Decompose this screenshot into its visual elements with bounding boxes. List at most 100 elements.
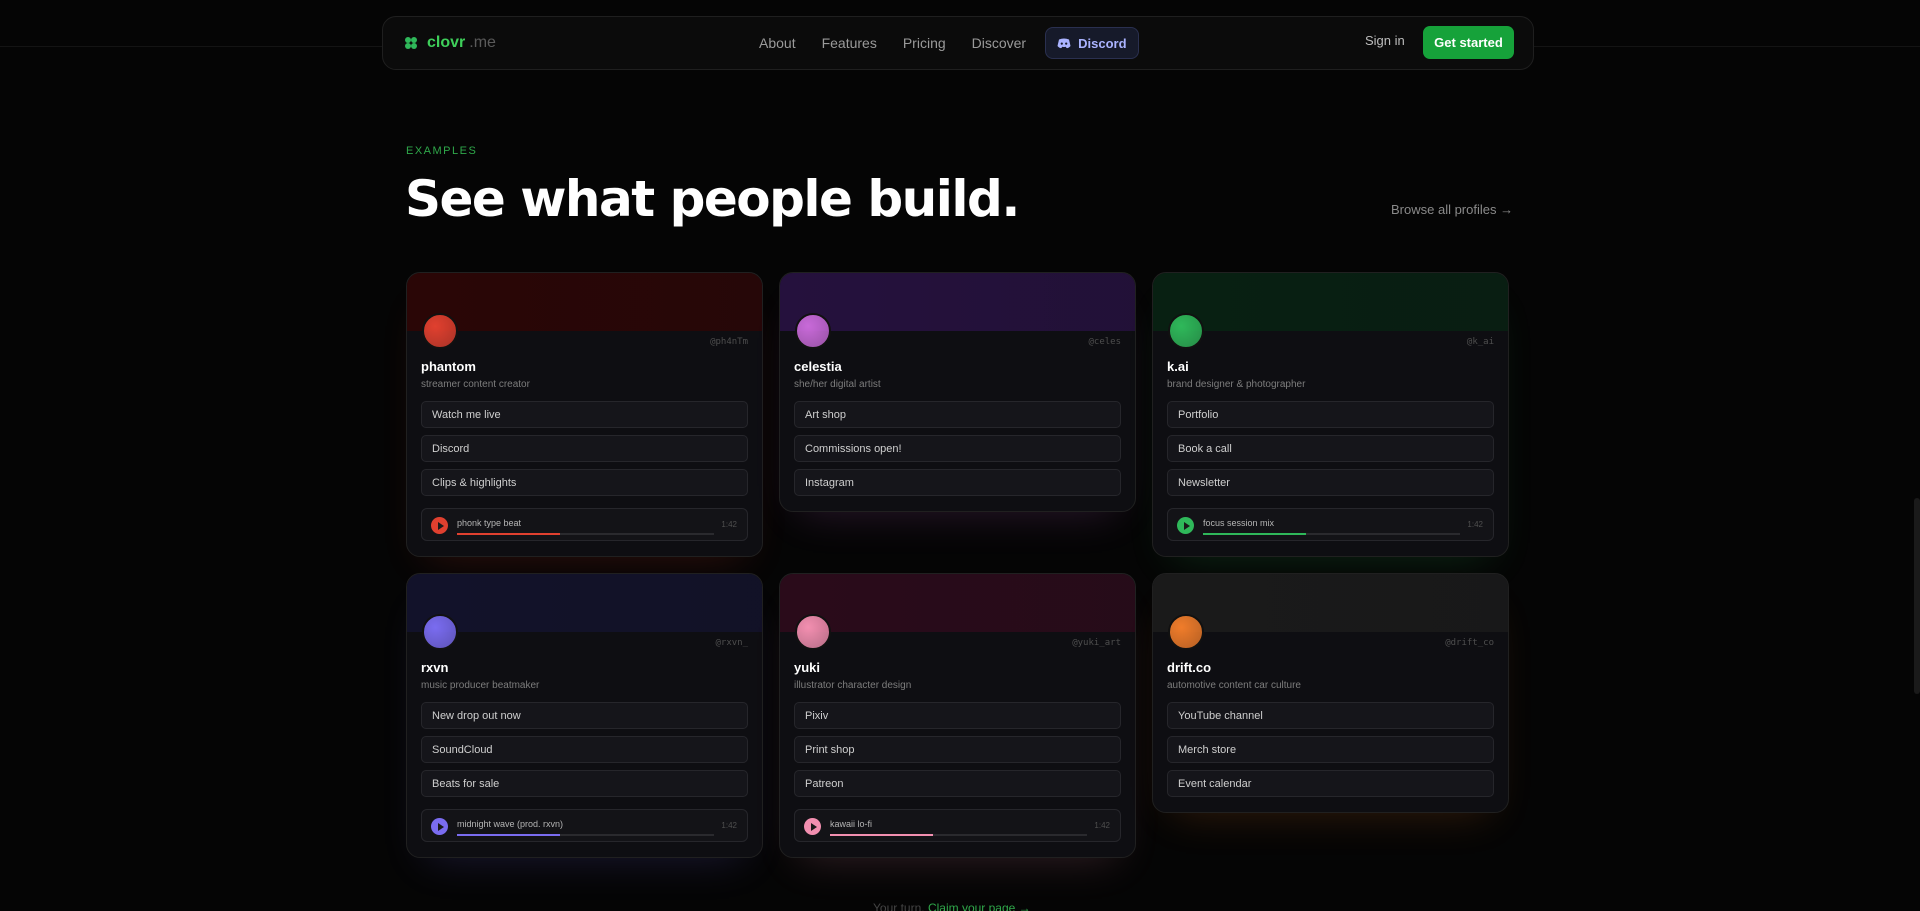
card-handle: @rxvn_ bbox=[715, 638, 748, 648]
card-handle: @ph4nTm bbox=[710, 337, 748, 347]
card-link[interactable]: Beats for sale bbox=[421, 770, 748, 797]
card-username: celestia bbox=[794, 359, 842, 374]
track-time: 1:42 bbox=[721, 821, 737, 830]
card-link[interactable]: Instagram bbox=[794, 469, 1121, 496]
card-link[interactable]: YouTube channel bbox=[1167, 702, 1494, 729]
signin-link[interactable]: Sign in bbox=[1365, 33, 1405, 48]
music-player: midnight wave (prod. rxvn) 1:42 bbox=[421, 809, 748, 842]
avatar bbox=[422, 313, 458, 349]
card-link[interactable]: Book a call bbox=[1167, 435, 1494, 462]
brand-name: clovr bbox=[427, 34, 466, 51]
progress-fill bbox=[457, 533, 560, 535]
card-link[interactable]: Patreon bbox=[794, 770, 1121, 797]
card-link[interactable]: SoundCloud bbox=[421, 736, 748, 763]
card-bio: music producer beatmaker bbox=[421, 680, 540, 691]
card-username: rxvn bbox=[421, 660, 449, 675]
card-bio: automotive content car culture bbox=[1167, 680, 1301, 691]
section-title: See what people build. bbox=[405, 170, 1020, 228]
music-player: focus session mix 1:42 bbox=[1167, 508, 1494, 541]
brand-tld: .me bbox=[469, 34, 496, 51]
play-icon[interactable] bbox=[1177, 517, 1194, 534]
card-link[interactable]: New drop out now bbox=[421, 702, 748, 729]
card-banner bbox=[1153, 273, 1508, 331]
card-link[interactable]: Merch store bbox=[1167, 736, 1494, 763]
discord-button[interactable]: Discord bbox=[1045, 27, 1139, 59]
progress-bar[interactable] bbox=[457, 533, 714, 535]
progress-fill bbox=[457, 834, 560, 836]
play-icon[interactable] bbox=[804, 818, 821, 835]
profile-card[interactable]: @rxvn_ rxvn music producer beatmaker New… bbox=[406, 573, 763, 858]
card-link[interactable]: Commissions open! bbox=[794, 435, 1121, 462]
card-handle: @yuki_art bbox=[1072, 638, 1121, 648]
play-icon[interactable] bbox=[431, 818, 448, 835]
card-links: Portfolio Book a call Newsletter bbox=[1167, 401, 1494, 503]
card-links: Pixiv Print shop Patreon bbox=[794, 702, 1121, 804]
card-links: YouTube channel Merch store Event calendar bbox=[1167, 702, 1494, 804]
card-banner bbox=[780, 273, 1135, 331]
avatar bbox=[1168, 313, 1204, 349]
progress-bar[interactable] bbox=[830, 834, 1087, 836]
card-link[interactable]: Portfolio bbox=[1167, 401, 1494, 428]
card-banner bbox=[1153, 574, 1508, 632]
discord-label: Discord bbox=[1078, 35, 1127, 51]
card-link[interactable]: Pixiv bbox=[794, 702, 1121, 729]
card-handle: @drift_co bbox=[1445, 638, 1494, 648]
card-link[interactable]: Newsletter bbox=[1167, 469, 1494, 496]
progress-fill bbox=[1203, 533, 1306, 535]
progress-fill bbox=[830, 834, 933, 836]
top-navbar: clovr .me About Features Pricing Discove… bbox=[382, 16, 1534, 70]
card-link[interactable]: Print shop bbox=[794, 736, 1121, 763]
profile-card[interactable]: @drift_co drift.co automotive content ca… bbox=[1152, 573, 1509, 813]
card-link[interactable]: Art shop bbox=[794, 401, 1121, 428]
profile-card[interactable]: @celes celestia she/her digital artist A… bbox=[779, 272, 1136, 512]
track-title: focus session mix bbox=[1203, 518, 1275, 528]
card-bio: illustrator character design bbox=[794, 680, 912, 691]
clover-icon bbox=[405, 37, 417, 49]
card-bio: streamer content creator bbox=[421, 379, 530, 390]
profile-card[interactable]: @ph4nTm phantom streamer content creator… bbox=[406, 272, 763, 557]
track-time: 1:42 bbox=[721, 520, 737, 529]
track-title: kawaii lo-fi bbox=[830, 819, 873, 829]
section-eyebrow: EXAMPLES bbox=[406, 145, 478, 157]
play-icon[interactable] bbox=[431, 517, 448, 534]
brand-logo[interactable]: clovr .me bbox=[403, 34, 496, 52]
footer-turn-text: Your turn. bbox=[873, 901, 925, 911]
card-username: drift.co bbox=[1167, 660, 1212, 675]
avatar bbox=[1168, 614, 1204, 650]
card-link[interactable]: Watch me live bbox=[421, 401, 748, 428]
track-time: 1:42 bbox=[1467, 520, 1483, 529]
card-banner bbox=[407, 273, 762, 331]
profile-card[interactable]: @yuki_art yuki illustrator character des… bbox=[779, 573, 1136, 858]
track-time: 1:42 bbox=[1094, 821, 1110, 830]
nav-features[interactable]: Features bbox=[809, 27, 890, 59]
card-link[interactable]: Event calendar bbox=[1167, 770, 1494, 797]
card-link[interactable]: Clips & highlights bbox=[421, 469, 748, 496]
track-title: midnight wave (prod. rxvn) bbox=[457, 819, 564, 829]
card-bio: she/her digital artist bbox=[794, 379, 881, 390]
card-username: k.ai bbox=[1167, 359, 1189, 374]
card-username: phantom bbox=[421, 359, 476, 374]
footer-cta: Your turn. Claim your page → bbox=[873, 901, 1031, 911]
nav-about[interactable]: About bbox=[746, 27, 809, 59]
browse-profiles-link[interactable]: Browse all profiles → bbox=[1391, 202, 1513, 217]
music-player: phonk type beat 1:42 bbox=[421, 508, 748, 541]
card-handle: @k_ai bbox=[1466, 337, 1494, 347]
nav-pricing[interactable]: Pricing bbox=[890, 27, 959, 59]
nav-discover[interactable]: Discover bbox=[959, 27, 1039, 59]
scrollbar-thumb[interactable] bbox=[1914, 498, 1920, 694]
card-links: New drop out now SoundCloud Beats for sale bbox=[421, 702, 748, 804]
nav-menu: About Features Pricing Discover Discord bbox=[746, 27, 1139, 59]
card-link[interactable]: Discord bbox=[421, 435, 748, 462]
profile-card[interactable]: @k_ai k.ai brand designer & photographer… bbox=[1152, 272, 1509, 557]
card-banner bbox=[780, 574, 1135, 632]
avatar bbox=[795, 614, 831, 650]
progress-bar[interactable] bbox=[1203, 533, 1460, 535]
card-banner bbox=[407, 574, 762, 632]
card-username: yuki bbox=[794, 660, 821, 675]
card-handle: @celes bbox=[1088, 337, 1121, 347]
discord-icon bbox=[1057, 38, 1071, 48]
get-started-button[interactable]: Get started bbox=[1423, 26, 1514, 59]
progress-bar[interactable] bbox=[457, 834, 714, 836]
track-title: phonk type beat bbox=[457, 518, 522, 528]
claim-page-link[interactable]: Claim your page → bbox=[928, 901, 1031, 911]
